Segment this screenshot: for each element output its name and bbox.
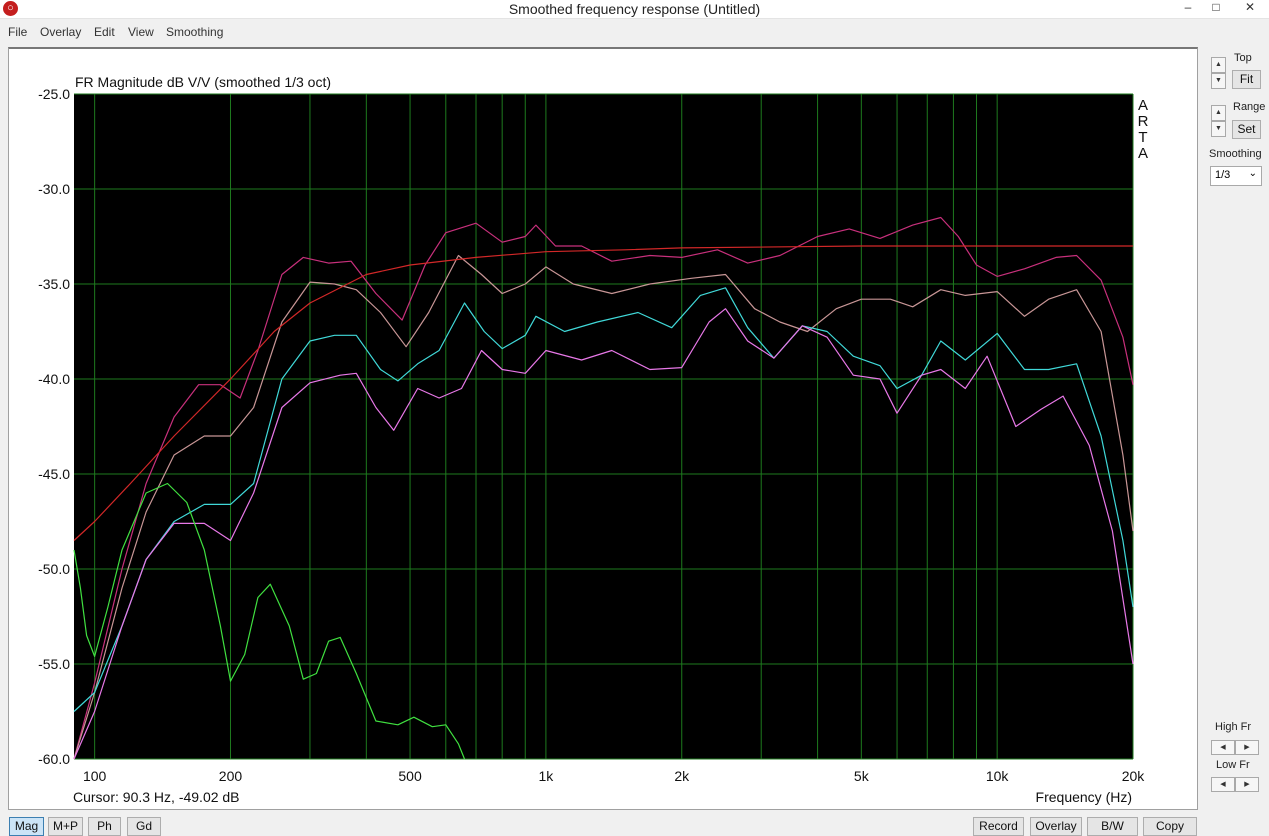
- x-tick-label: 20k: [1122, 768, 1146, 784]
- low-fr-right-button[interactable]: ▶: [1235, 777, 1259, 792]
- y-tick-label: -35.0: [38, 276, 70, 292]
- maximize-icon[interactable]: □: [1202, 0, 1230, 16]
- top-down-button[interactable]: ▼: [1211, 73, 1226, 89]
- y-tick-label: -30.0: [38, 181, 70, 197]
- high-fr-label: High Fr: [1215, 721, 1252, 733]
- close-icon[interactable]: ✕: [1232, 0, 1268, 16]
- menu-edit[interactable]: Edit: [94, 25, 115, 39]
- x-tick-label: 5k: [854, 768, 870, 784]
- copy-button[interactable]: Copy: [1143, 817, 1197, 836]
- range-label: Range: [1233, 101, 1266, 113]
- record-button[interactable]: Record: [973, 817, 1024, 836]
- x-tick-label: 100: [83, 768, 107, 784]
- y-tick-label: -40.0: [38, 371, 70, 387]
- range-up-button[interactable]: ▲: [1211, 105, 1226, 121]
- menu-bar: File Overlay Edit View Smoothing: [0, 22, 1269, 42]
- smoothing-value: 1/3: [1215, 169, 1231, 181]
- x-tick-label: 500: [398, 768, 422, 784]
- frequency-response-chart[interactable]: FR Magnitude dB V/V (smoothed 1/3 oct) -…: [9, 49, 1197, 809]
- y-tick-label: -55.0: [38, 656, 70, 672]
- low-fr-left-button[interactable]: ◀: [1211, 777, 1235, 792]
- high-fr-right-button[interactable]: ▶: [1235, 740, 1259, 755]
- range-down-button[interactable]: ▼: [1211, 121, 1226, 137]
- title-bar: ○ Smoothed frequency response (Untitled)…: [0, 0, 1269, 19]
- top-label: Top: [1234, 52, 1252, 64]
- bw-button[interactable]: B/W: [1087, 817, 1138, 836]
- watermark-letter: T: [1138, 129, 1147, 146]
- watermark-letter: A: [1138, 97, 1148, 114]
- menu-file[interactable]: File: [8, 25, 27, 39]
- m-p-button[interactable]: M+P: [48, 817, 83, 836]
- smoothing-select[interactable]: 1/3 ⌄: [1210, 166, 1262, 186]
- menu-view[interactable]: View: [128, 25, 154, 39]
- x-tick-label: 200: [219, 768, 243, 784]
- y-tick-label: -50.0: [38, 561, 70, 577]
- y-tick-label: -25.0: [38, 86, 70, 102]
- arta-watermark: ARTA: [1138, 97, 1149, 162]
- x-axis-ticks: 100 200 500 1k 2k 5k 10k 20k: [83, 768, 1145, 784]
- fit-button[interactable]: Fit: [1232, 70, 1261, 89]
- plot-panel: FR Magnitude dB V/V (smoothed 1/3 oct) -…: [8, 47, 1198, 810]
- gd-button[interactable]: Gd: [127, 817, 161, 836]
- low-fr-label: Low Fr: [1216, 759, 1250, 771]
- x-axis-label: Frequency (Hz): [1036, 789, 1132, 805]
- set-button[interactable]: Set: [1232, 120, 1261, 139]
- chart-title: FR Magnitude dB V/V (smoothed 1/3 oct): [75, 74, 331, 90]
- mag-button[interactable]: Mag: [9, 817, 44, 836]
- y-axis-ticks: -25.0 -30.0 -35.0 -40.0 -45.0 -50.0 -55.0 -60.0: [38, 86, 70, 767]
- smoothing-label: Smoothing: [1209, 148, 1262, 160]
- watermark-letter: A: [1138, 145, 1148, 162]
- high-fr-left-button[interactable]: ◀: [1211, 740, 1235, 755]
- y-tick-label: -60.0: [38, 751, 70, 767]
- minimize-icon[interactable]: –: [1174, 0, 1202, 16]
- x-tick-label: 2k: [674, 768, 690, 784]
- plot-area: [74, 94, 1133, 759]
- ph-button[interactable]: Ph: [88, 817, 121, 836]
- overlay-button[interactable]: Overlay: [1030, 817, 1082, 836]
- x-tick-label: 1k: [539, 768, 555, 784]
- cursor-readout: Cursor: 90.3 Hz, -49.02 dB: [73, 789, 240, 805]
- chevron-down-icon: ⌄: [1248, 168, 1257, 179]
- menu-overlay[interactable]: Overlay: [40, 25, 81, 39]
- watermark-letter: R: [1138, 113, 1149, 130]
- top-up-button[interactable]: ▲: [1211, 57, 1226, 73]
- window-title: Smoothed frequency response (Untitled): [508, 1, 761, 17]
- menu-smoothing[interactable]: Smoothing: [166, 25, 223, 39]
- x-tick-label: 10k: [986, 768, 1010, 784]
- y-tick-label: -45.0: [38, 466, 70, 482]
